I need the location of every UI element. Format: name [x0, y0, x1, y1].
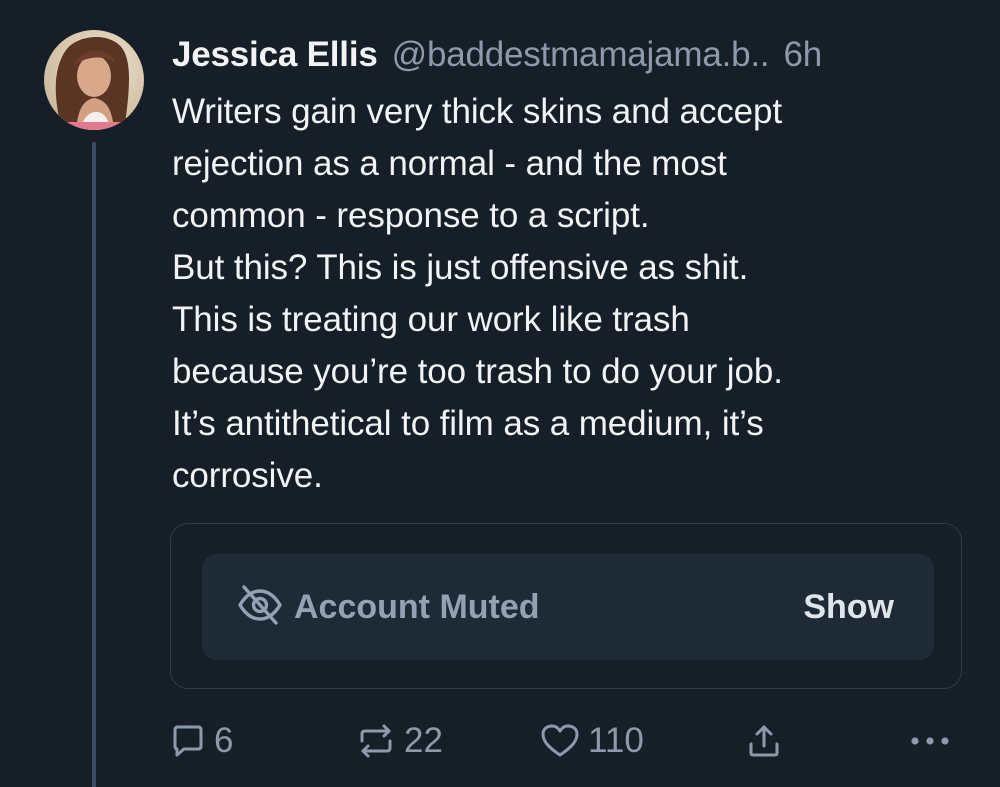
repost-icon: [356, 723, 396, 759]
ellipsis-icon: [910, 735, 950, 747]
post-text: Writers gain very thick skins and accept…: [172, 92, 783, 495]
muted-notice-label-group: Account Muted: [236, 554, 540, 660]
show-button[interactable]: Show: [803, 554, 894, 660]
like-button[interactable]: 110: [540, 716, 644, 766]
display-name[interactable]: Jessica Ellis: [172, 35, 378, 75]
muted-notice: Account Muted Show: [202, 554, 934, 660]
heart-icon: [540, 723, 580, 759]
muted-label: Account Muted: [294, 587, 540, 626]
timestamp[interactable]: 6h: [783, 35, 822, 75]
like-count: 110: [588, 721, 644, 760]
action-bar: 6 22 110: [170, 716, 960, 766]
repost-count: 22: [404, 721, 443, 760]
eye-slash-icon: [236, 581, 284, 634]
reply-count: 6: [214, 721, 234, 760]
thread-line: [92, 142, 96, 787]
repost-button[interactable]: 22: [356, 716, 443, 766]
comment-icon: [170, 723, 206, 759]
post-header: Jessica Ellis @baddestmamajama.b.. 6h: [172, 30, 822, 80]
share-icon: [746, 723, 782, 759]
reply-button[interactable]: 6: [170, 716, 233, 766]
post: Jessica Ellis @baddestmamajama.b.. 6h Wr…: [0, 0, 1000, 787]
more-button[interactable]: [910, 716, 950, 766]
handle[interactable]: @baddestmamajama.b..: [392, 35, 770, 75]
avatar[interactable]: [44, 30, 144, 130]
embedded-post: Account Muted Show: [170, 523, 962, 689]
share-button[interactable]: [746, 716, 782, 766]
